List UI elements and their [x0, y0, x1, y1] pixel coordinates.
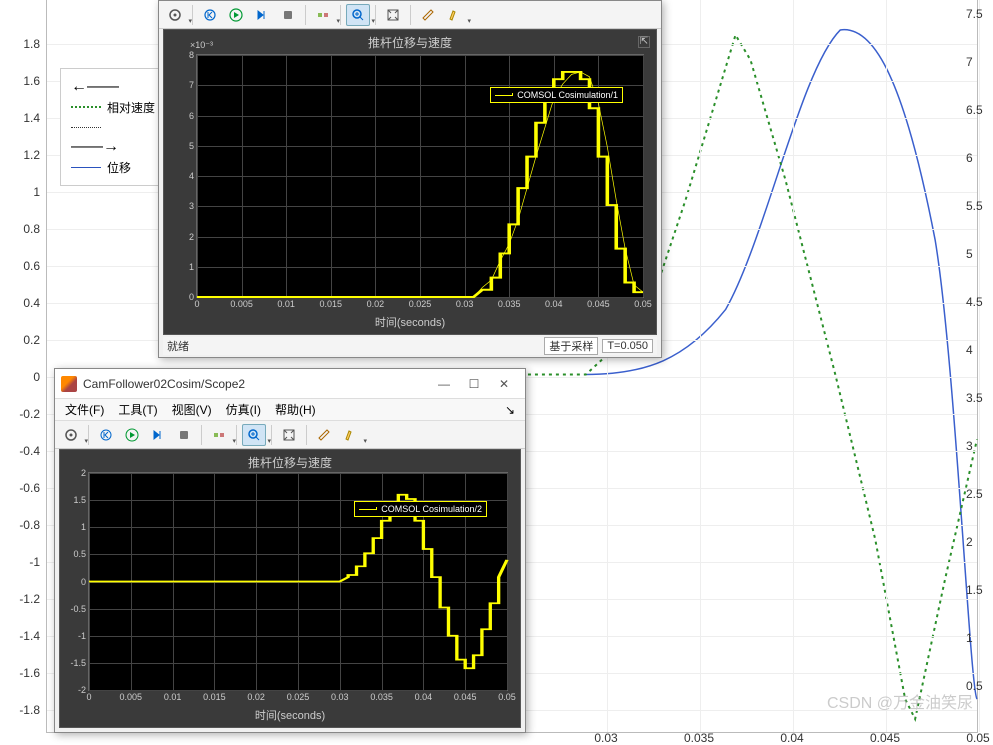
scope-legend-1: COMSOL Cosimulation/1 [490, 87, 623, 103]
step-back-button[interactable] [198, 4, 222, 26]
highlight-button-2[interactable] [338, 424, 362, 446]
plot-area-1[interactable]: 推杆位移与速度 ×10⁻³ ⇱ 87654321000.0050.010.015… [163, 29, 657, 335]
plot-canvas-2[interactable]: 21.510.50-0.5-1-1.5-200.0050.010.0150.02… [88, 472, 508, 691]
maximize-button[interactable]: ☐ [459, 371, 489, 397]
zoom-in-button[interactable] [346, 4, 370, 26]
x-label-2: 时间(seconds) [60, 707, 520, 723]
settings-button[interactable] [163, 4, 187, 26]
bg-legend: 相对速度 位移 [60, 68, 166, 186]
stop-button[interactable] [276, 4, 300, 26]
legend-vel-line [71, 106, 101, 108]
settings-button-2[interactable] [59, 424, 83, 446]
status-ready-1: 就绪 [167, 338, 540, 354]
watermark: CSDN @万金油笑尿 [827, 689, 973, 713]
matlab-icon [61, 376, 77, 392]
scope-legend-1-label: COMSOL Cosimulation/1 [517, 90, 618, 100]
measure-button[interactable] [416, 4, 440, 26]
scope-window-1[interactable]: 推杆位移与速度 ×10⁻³ ⇱ 87654321000.0050.010.015… [158, 0, 662, 358]
trigger-button-2[interactable] [207, 424, 231, 446]
close-button[interactable]: ✕ [489, 371, 519, 397]
zoom-in-button-2[interactable] [242, 424, 266, 446]
menu-view[interactable]: 视图(V) [166, 399, 218, 420]
scope-window-2[interactable]: CamFollower02Cosim/Scope2 — ☐ ✕ 文件(F) 工具… [54, 368, 526, 733]
legend-line-icon [495, 95, 513, 96]
step-fwd-button[interactable] [250, 4, 274, 26]
window-title-2: CamFollower02Cosim/Scope2 [83, 377, 429, 391]
statusbar-1: 就绪 基于采样 T=0.050 [163, 337, 657, 355]
minimize-button[interactable]: — [429, 371, 459, 397]
toolbar-1 [159, 1, 661, 29]
scope-legend-2: COMSOL Cosimulation/2 [354, 501, 487, 517]
step-fwd-button-2[interactable] [146, 424, 170, 446]
status-time-1: T=0.050 [602, 339, 653, 353]
play-button[interactable] [224, 4, 248, 26]
legend-line-icon-2 [359, 509, 377, 510]
status-sample-1: 基于采样 [544, 337, 598, 355]
plot-title-1: 推杆位移与速度 [164, 30, 656, 55]
toolbar-2 [55, 421, 525, 449]
legend-disp-line [71, 167, 101, 168]
plot-canvas-1[interactable]: 87654321000.0050.010.0150.020.0250.030.0… [196, 54, 644, 298]
menu-sim[interactable]: 仿真(I) [220, 399, 267, 420]
restore-icon-1[interactable]: ⇱ [638, 36, 650, 48]
scope-legend-2-label: COMSOL Cosimulation/2 [381, 504, 482, 514]
titlebar-2[interactable]: CamFollower02Cosim/Scope2 — ☐ ✕ [55, 369, 525, 399]
legend-disp-label: 位移 [107, 159, 131, 176]
menu-more-icon[interactable]: ↘ [499, 403, 521, 417]
autoscale-button[interactable] [381, 4, 405, 26]
step-back-button-2[interactable] [94, 424, 118, 446]
menu-file[interactable]: 文件(F) [59, 399, 110, 420]
legend-vel-label: 相对速度 [107, 99, 155, 116]
legend-sep-line [71, 127, 101, 128]
trigger-button[interactable] [311, 4, 335, 26]
x-label-1: 时间(seconds) [164, 314, 656, 330]
play-button-2[interactable] [120, 424, 144, 446]
menu-help[interactable]: 帮助(H) [269, 399, 322, 420]
measure-button-2[interactable] [312, 424, 336, 446]
menubar-2: 文件(F) 工具(T) 视图(V) 仿真(I) 帮助(H) ↘ [55, 399, 525, 421]
stop-button-2[interactable] [172, 424, 196, 446]
arrow-right-icon [71, 138, 119, 156]
highlight-button[interactable] [442, 4, 466, 26]
plot-area-2[interactable]: 推杆位移与速度 21.510.50-0.5-1-1.5-200.0050.010… [59, 449, 521, 728]
menu-tools[interactable]: 工具(T) [112, 399, 163, 420]
autoscale-button-2[interactable] [277, 424, 301, 446]
arrow-left-icon [71, 78, 119, 96]
